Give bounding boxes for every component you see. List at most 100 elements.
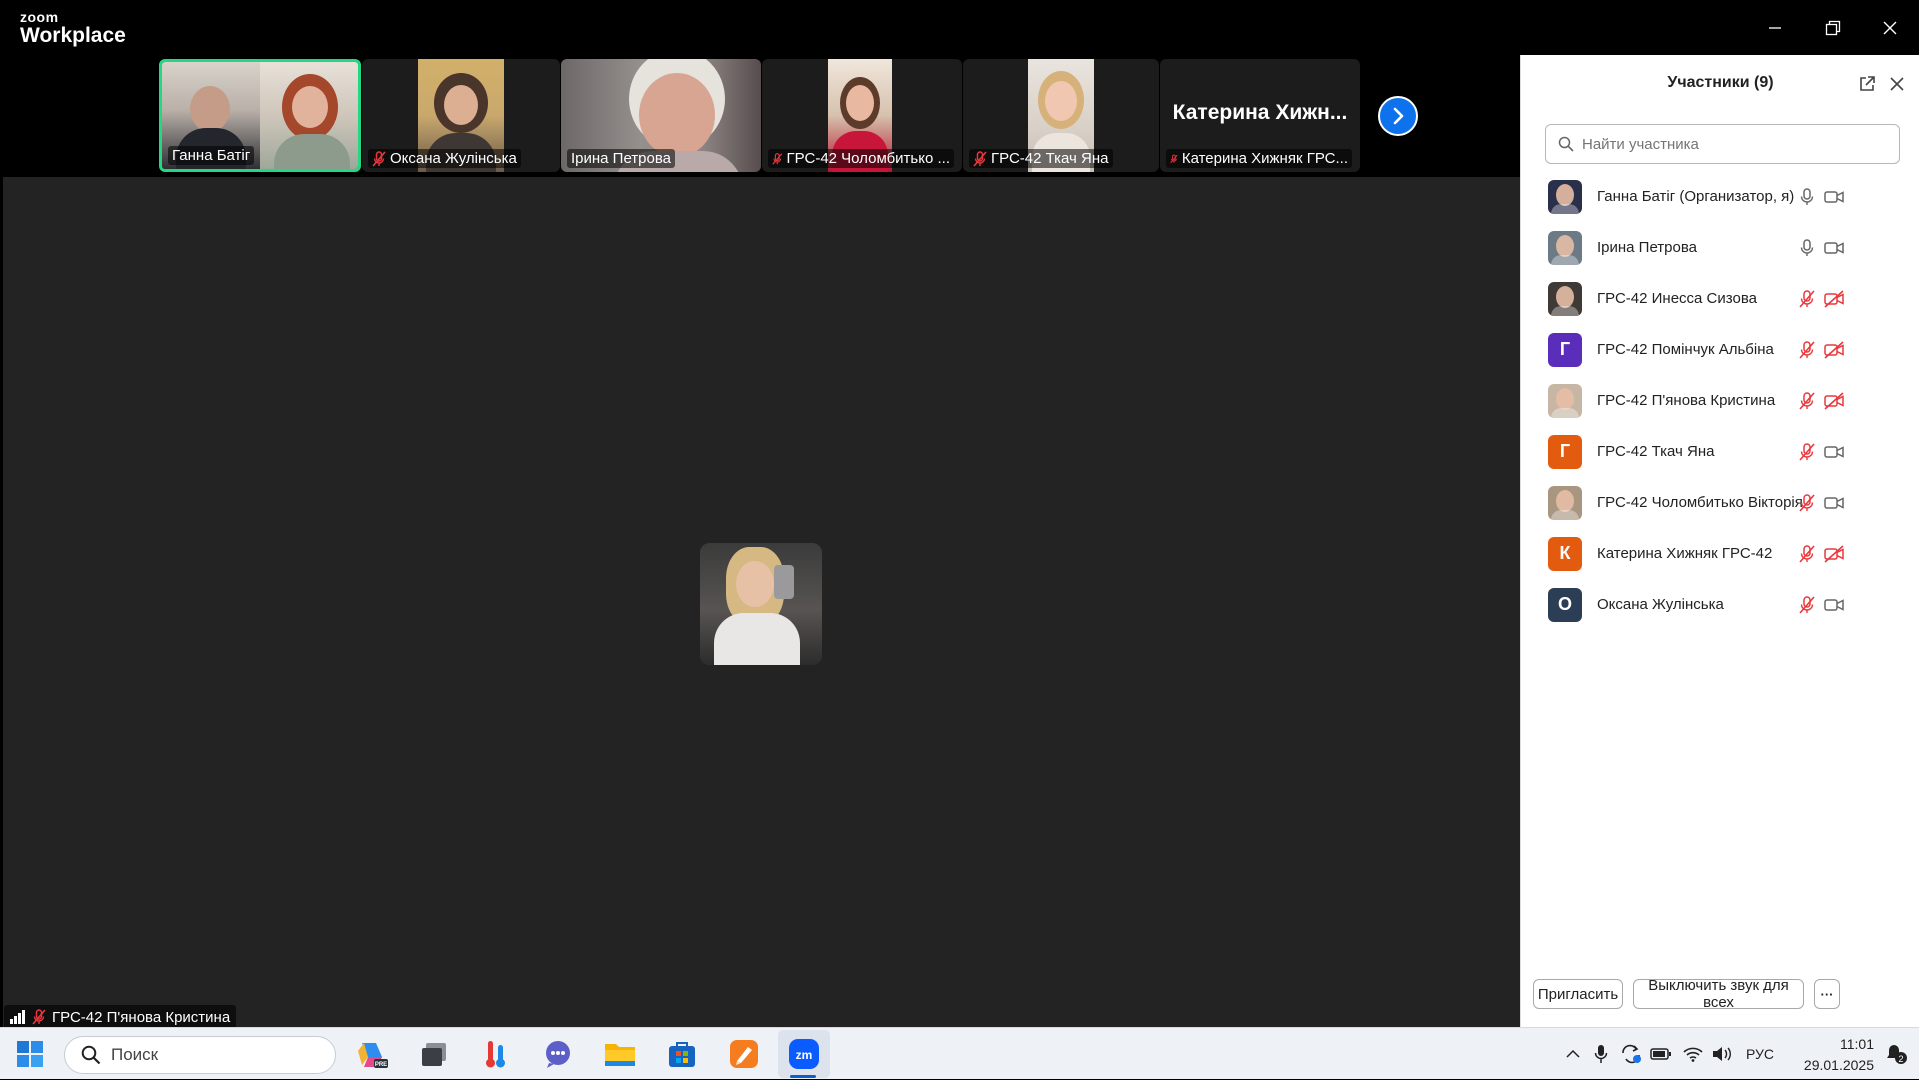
panel-title: Участники (9)	[1667, 74, 1774, 91]
wifi-tray-button[interactable]	[1683, 1028, 1703, 1080]
microsoft-store-icon	[669, 1042, 695, 1067]
minimize-icon	[1769, 26, 1781, 29]
windows-taskbar: Поиск PRE zm РУС 11:01 29.01.2025 2	[0, 1027, 1919, 1079]
participant-row[interactable]: ГРС-42 Инесса Сизова	[1521, 273, 1919, 324]
mic-muted-icon[interactable]	[1796, 492, 1818, 514]
tile-name: Ганна Батіг	[172, 147, 251, 164]
video-tile-3[interactable]: Ірина Петрова	[561, 59, 761, 172]
avatar: О	[1548, 587, 1582, 622]
avatar: Г	[1548, 434, 1582, 469]
participant-row[interactable]: О Оксана Жулінська	[1521, 579, 1919, 630]
file-explorer-icon	[605, 1044, 635, 1066]
avatar-initial: Г	[1559, 339, 1571, 359]
participant-name: Катерина Хижняк ГРС-42	[1597, 545, 1773, 562]
zoom-logo: zoom Workplace	[20, 10, 126, 46]
battery-tray-button[interactable]	[1650, 1028, 1672, 1080]
popout-button[interactable]	[1856, 73, 1878, 95]
video-camera-icon[interactable]	[1823, 237, 1845, 259]
participant-row[interactable]: ГРС-42 Чоломбитько Вікторія	[1521, 477, 1919, 528]
windows-start-icon	[17, 1041, 43, 1067]
participant-name: ГРС-42 Инесса Сизова	[1597, 290, 1757, 307]
participant-row[interactable]: Г ГРС-42 Ткач Яна	[1521, 426, 1919, 477]
search-icon	[1558, 136, 1574, 152]
pen-app[interactable]	[726, 1036, 762, 1072]
participant-name: ГРС-42 П'янова Кристина	[1597, 392, 1776, 409]
video-tile-1[interactable]: Ганна Батіг	[159, 59, 361, 172]
participant-row[interactable]: К Катерина Хижняк ГРС-42	[1521, 528, 1919, 579]
taskbar-search[interactable]: Поиск	[64, 1036, 336, 1074]
mic-muted-icon	[973, 150, 987, 167]
copilot-app[interactable]: PRE	[354, 1036, 390, 1072]
video-off-icon[interactable]	[1823, 339, 1845, 361]
video-tile-6[interactable]: Катерина Хижн... Катерина Хижняк ГРС...	[1160, 59, 1360, 172]
restore-button[interactable]	[1805, 0, 1861, 55]
wifi-icon	[1683, 1047, 1703, 1062]
video-off-icon[interactable]	[1823, 543, 1845, 565]
clock-date: 29.01.2025	[1803, 1057, 1874, 1073]
zoom-app-icon: zm	[789, 1039, 819, 1069]
microphone-icon[interactable]	[1796, 237, 1818, 259]
file-explorer-app[interactable]	[602, 1036, 638, 1072]
participant-search[interactable]	[1545, 124, 1900, 164]
close-panel-button[interactable]	[1886, 73, 1908, 95]
video-camera-icon[interactable]	[1823, 186, 1845, 208]
avatar	[1548, 179, 1582, 214]
panel-footer: Пригласить Выключить звук для всех ···	[1521, 977, 1919, 1023]
chevron-right-icon	[1393, 107, 1404, 125]
notification-bell-icon: 2	[1887, 1045, 1907, 1064]
taskview-app[interactable]	[416, 1036, 452, 1072]
mic-muted-icon	[772, 152, 783, 165]
zoom-app-label: zm	[796, 1048, 813, 1062]
start-button[interactable]	[12, 1036, 48, 1072]
next-page-button[interactable]	[1378, 96, 1418, 136]
mic-muted-icon[interactable]	[1796, 543, 1818, 565]
zoom-app[interactable]: zm	[786, 1036, 822, 1072]
invite-button[interactable]: Пригласить	[1533, 979, 1623, 1009]
more-options-button[interactable]: ···	[1814, 979, 1840, 1009]
clock[interactable]: 11:01 29.01.2025	[1778, 1034, 1874, 1076]
copilot-icon: PRE	[358, 1043, 388, 1068]
tile-name-label: Ірина Петрова	[567, 149, 676, 168]
mic-muted-icon[interactable]	[1796, 390, 1818, 412]
close-icon	[1890, 77, 1904, 91]
video-tile-5[interactable]: ГРС-42 Ткач Яна	[963, 59, 1159, 172]
volume-tray-button[interactable]	[1712, 1028, 1732, 1080]
participant-name: ГРС-42 Ткач Яна	[1597, 443, 1715, 460]
microphone-tray-button[interactable]	[1594, 1028, 1608, 1080]
participant-row[interactable]: Ірина Петрова	[1521, 222, 1919, 273]
search-input[interactable]	[1582, 135, 1882, 153]
video-camera-icon[interactable]	[1823, 594, 1845, 616]
thermometer-app[interactable]	[478, 1036, 514, 1072]
microsoft-store-app[interactable]	[664, 1036, 700, 1072]
mic-muted-icon[interactable]	[1796, 594, 1818, 616]
language-indicator[interactable]: РУС	[1746, 1028, 1774, 1080]
sync-tray-button[interactable]	[1620, 1028, 1642, 1080]
video-tile-2[interactable]: Оксана Жулінська	[362, 59, 560, 172]
show-hidden-icons-button[interactable]	[1566, 1028, 1580, 1080]
notifications-button[interactable]: 2	[1884, 1028, 1908, 1080]
video-off-icon[interactable]	[1823, 288, 1845, 310]
brand-large: Workplace	[20, 24, 126, 47]
participant-row[interactable]: ГРС-42 П'янова Кристина	[1521, 375, 1919, 426]
participants-panel: Участники (9) Ганна Батіг (Организатор, …	[1520, 55, 1919, 1027]
popout-icon	[1860, 76, 1875, 91]
close-window-button[interactable]	[1862, 0, 1918, 55]
participant-row[interactable]: Г ГРС-42 Помінчук Альбіна	[1521, 324, 1919, 375]
microphone-icon[interactable]	[1796, 186, 1818, 208]
mic-muted-icon[interactable]	[1796, 288, 1818, 310]
video-off-icon[interactable]	[1823, 390, 1845, 412]
mic-muted-icon[interactable]	[1796, 441, 1818, 463]
mute-all-button[interactable]: Выключить звук для всех	[1633, 977, 1804, 1011]
video-camera-icon[interactable]	[1823, 492, 1845, 514]
tile-name-label: ГРС-42 Чоломбитько ...	[768, 149, 954, 168]
minimize-button[interactable]	[1747, 0, 1803, 55]
avatar	[1548, 485, 1582, 520]
video-tile-4[interactable]: ГРС-42 Чоломбитько ...	[762, 59, 962, 172]
video-camera-icon[interactable]	[1823, 441, 1845, 463]
avatar-initial: К	[1559, 543, 1571, 563]
participant-list: Ганна Батіг (Организатор, я) Ірина Петров…	[1521, 171, 1919, 630]
chat-app[interactable]	[540, 1036, 576, 1072]
mic-muted-icon[interactable]	[1796, 339, 1818, 361]
participant-name: Ірина Петрова	[1597, 239, 1698, 256]
participant-row[interactable]: Ганна Батіг (Организатор, я)	[1521, 171, 1919, 222]
